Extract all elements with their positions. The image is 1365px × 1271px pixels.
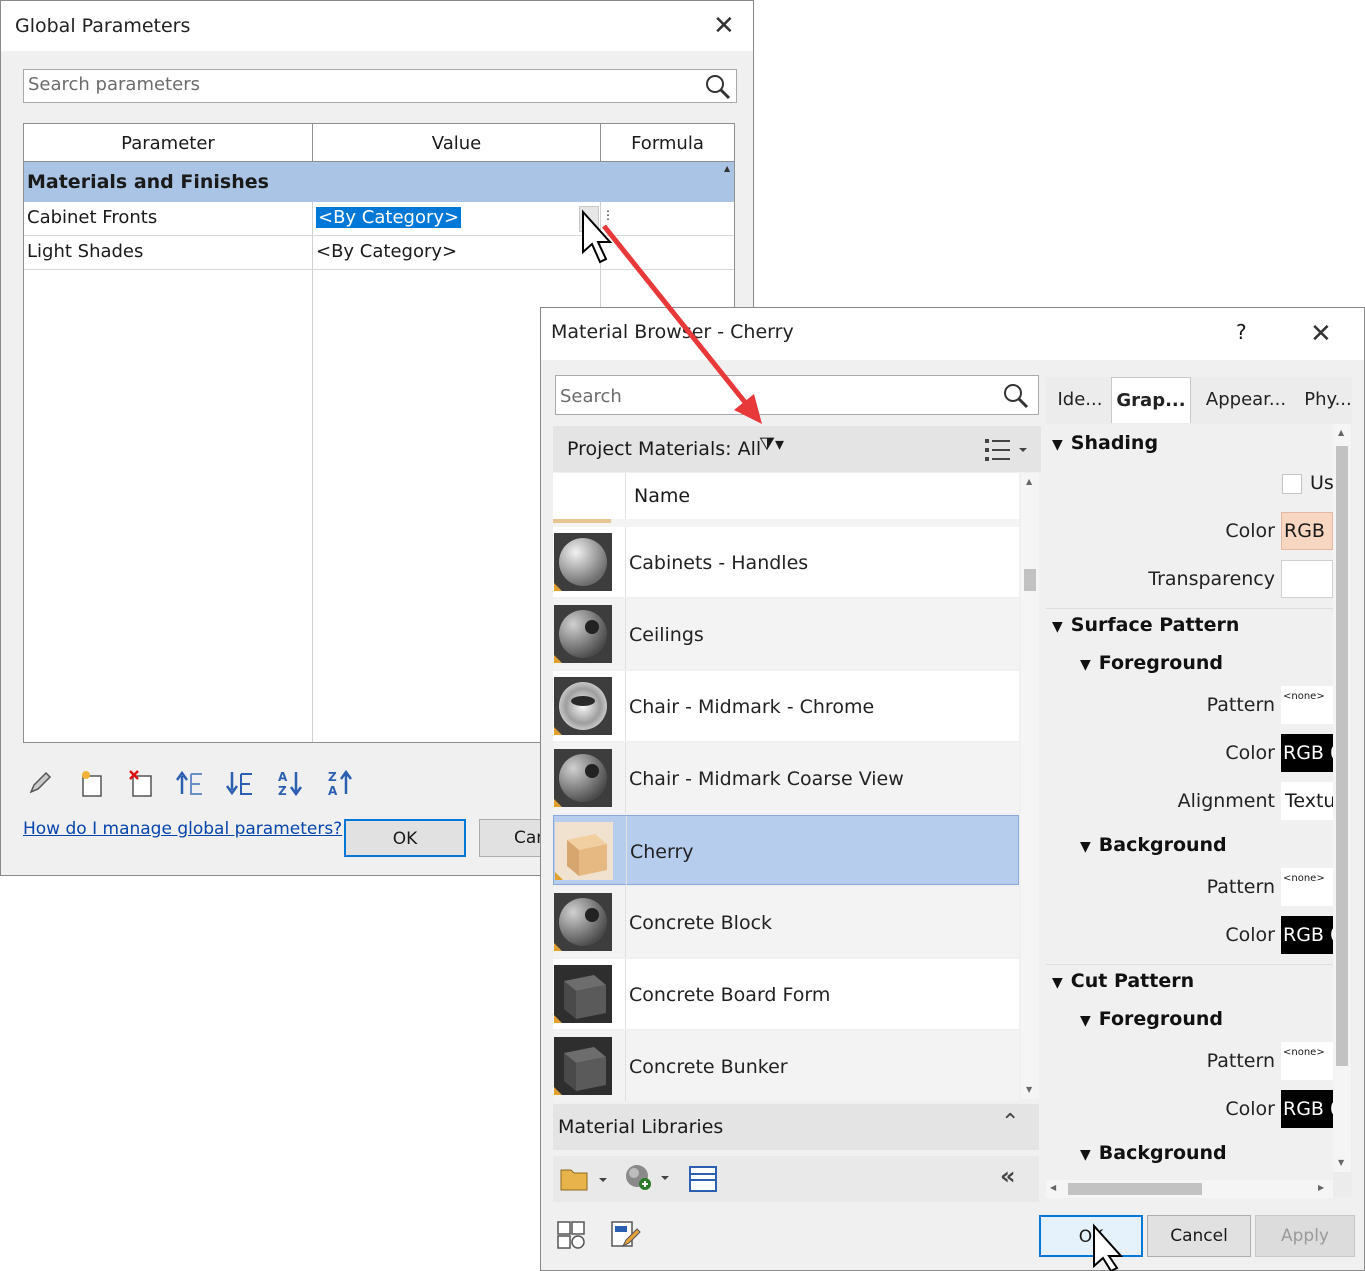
- mouse-cursor-icon: [1093, 1223, 1124, 1271]
- annotation-overlay: [582, 209, 1124, 1271]
- annotation-arrowhead: [734, 394, 762, 424]
- annotation-arrow-line: [602, 224, 750, 408]
- mouse-cursor-icon: [582, 209, 613, 264]
